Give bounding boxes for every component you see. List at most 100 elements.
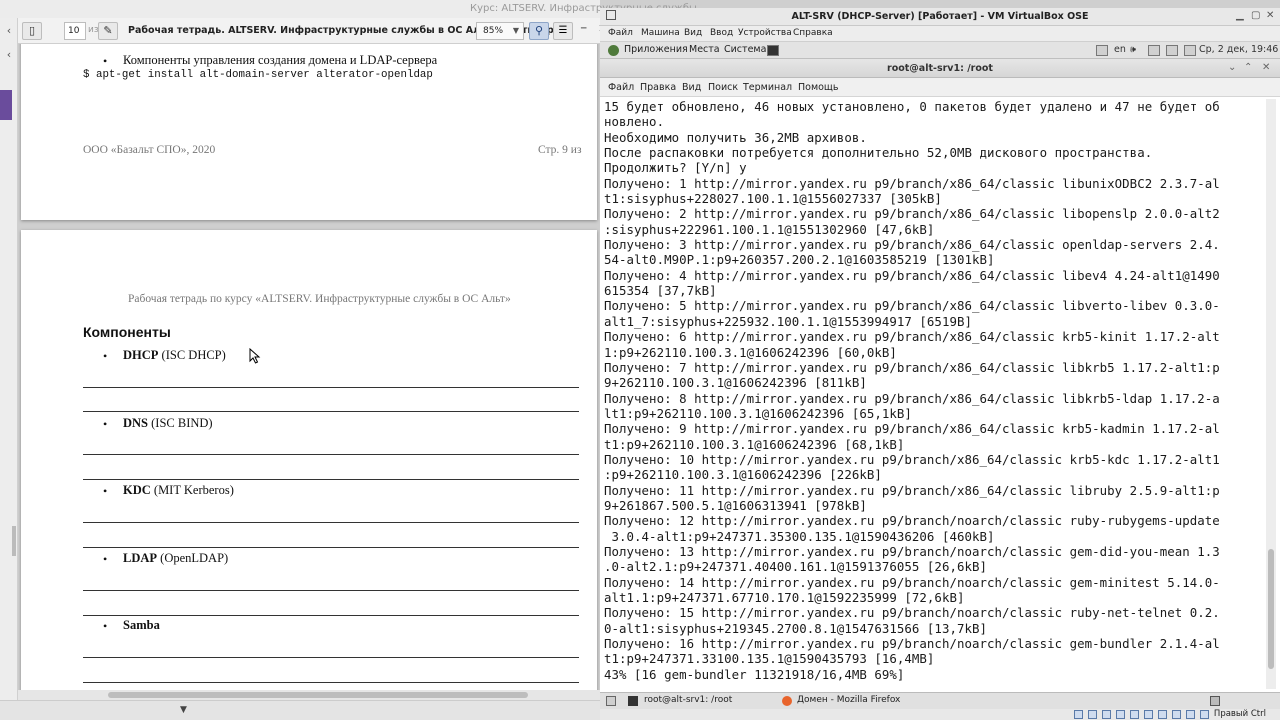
page-number-input[interactable]: 10 [64, 22, 86, 40]
back-arrow-icon-2[interactable]: ‹ [2, 48, 16, 64]
firefox-icon [782, 696, 792, 706]
task-firefox[interactable]: Домен - Mozilla Firefox [797, 695, 900, 705]
horizontal-scrollbar[interactable] [18, 690, 600, 700]
cpu-icon[interactable] [1186, 710, 1195, 719]
terminal-line: Получено: 14 http://mirror.yandex.ru p9/… [604, 574, 1220, 590]
optical-drive-icon[interactable] [1088, 710, 1097, 719]
component-item-samba: Samba [123, 618, 160, 633]
maximize-icon[interactable]: ▢ [1251, 10, 1260, 21]
clock[interactable]: Ср, 2 дек, 19:46 [1199, 44, 1278, 55]
guest-taskbar: root@alt-srv1: /root Домен - Mozilla Fir… [600, 692, 1280, 709]
bullet-dot: • [103, 417, 108, 431]
menu-view[interactable]: Вид [684, 28, 702, 38]
terminal-line: Получено: 13 http://mirror.yandex.ru p9/… [604, 543, 1220, 559]
pdf-toolbar: ▯ 10 из 19 ✎ Рабочая тетрадь. ALTSERV. И… [18, 18, 607, 44]
pdf-page-10: Рабочая тетрадь по курсу «ALTSERV. Инфра… [21, 230, 597, 690]
scrollbar-thumb[interactable] [1268, 549, 1274, 669]
pdf-page-9: • Компоненты управления создания домена … [21, 44, 597, 220]
show-desktop-icon[interactable] [606, 696, 616, 706]
virtualbox-status-bar: Правый Ctrl [600, 709, 1280, 720]
minimize-icon[interactable]: ▁ [1236, 10, 1244, 21]
terminal-line: Получено: 16 http://mirror.yandex.ru p9/… [604, 636, 1220, 652]
chevron-down-icon: ▼ [512, 26, 519, 35]
host-key-label: Правый Ctrl [1213, 709, 1266, 719]
menu-file[interactable]: Файл [608, 28, 633, 38]
virtualbox-title: ALT-SRV (DHCP-Server) [Работает] - VM Vi… [791, 11, 1089, 22]
clipboard-icon[interactable] [1148, 45, 1160, 56]
update-icon[interactable] [1184, 45, 1196, 56]
terminal-scrollbar[interactable] [1266, 99, 1276, 689]
menu-button[interactable]: ☰ [553, 22, 573, 40]
terminal-output[interactable]: 15 будет обновлено, 46 новых установлено… [604, 99, 1262, 689]
workspace-switcher-icon[interactable] [1210, 696, 1220, 706]
terminal-line: Получено: 5 http://mirror.yandex.ru p9/b… [604, 298, 1220, 314]
term-menu-search[interactable]: Поиск [708, 82, 738, 93]
shared-folders-icon[interactable] [1144, 710, 1153, 719]
component-item-dhcp: DHCP (ISC DHCP) [123, 348, 226, 363]
menu-system[interactable]: Система [724, 44, 766, 55]
terminal-launcher-icon[interactable] [767, 45, 779, 56]
terminal-line: Получено: 2 http://mirror.yandex.ru p9/b… [604, 206, 1220, 222]
usb-icon[interactable] [1130, 710, 1139, 719]
close-icon[interactable]: ✕ [1266, 10, 1274, 21]
answer-line [83, 615, 579, 616]
sidebar-toggle-icon[interactable]: ▯ [22, 22, 42, 40]
bullet-dot: • [103, 54, 108, 68]
network-icon[interactable] [1166, 45, 1178, 56]
term-menu-help[interactable]: Помощь [798, 82, 838, 93]
menu-places[interactable]: Места [689, 44, 720, 55]
terminal-line: Получено: 8 http://mirror.yandex.ru p9/b… [604, 390, 1220, 406]
menu-machine[interactable]: Машина [641, 28, 680, 38]
network-adapter-icon[interactable] [1116, 710, 1125, 719]
menu-input[interactable]: Ввод [710, 28, 733, 38]
harddisk-icon[interactable] [1074, 710, 1083, 719]
page-footer-left: ООО «Базальт СПО», 2020 [83, 144, 216, 156]
guest-desktop: Приложения Места Система en 🕪 Ср, 2 дек,… [600, 42, 1280, 720]
component-name: Samba [123, 618, 160, 632]
menu-devices[interactable]: Устройства [738, 28, 792, 38]
terminal-line: Получено: 3 http://mirror.yandex.ru p9/b… [604, 237, 1220, 253]
browser-bottom-bar: ▼ [0, 700, 600, 720]
terminal-line: Получено: 9 http://mirror.yandex.ru p9/b… [604, 421, 1220, 437]
term-menu-file[interactable]: Файл [608, 82, 634, 93]
terminal-line: 0-alt1:sisyphus+219345.2700.8.1@15476315… [604, 620, 987, 636]
chevron-down-icon[interactable]: ▼ [180, 705, 187, 715]
task-terminal[interactable]: root@alt-srv1: /root [644, 695, 732, 705]
display-icon[interactable] [1158, 710, 1167, 719]
volume-icon[interactable]: 🕪 [1130, 44, 1136, 55]
virtualbox-title-bar: ALT-SRV (DHCP-Server) [Работает] - VM Vi… [600, 8, 1280, 26]
terminal-line: Продолжить? [Y/n] y [604, 160, 747, 176]
bullet-dot: • [103, 484, 108, 498]
chevron-up-icon[interactable]: ⌃ [1244, 62, 1252, 73]
recording-icon[interactable] [1172, 710, 1181, 719]
back-arrow-icon[interactable]: ‹ [2, 24, 16, 40]
search-button[interactable]: ⚲ [529, 22, 549, 40]
distro-logo-icon[interactable] [608, 45, 619, 56]
menu-help[interactable]: Справка [793, 28, 833, 38]
terminal-line: lt1:p9+262110.100.3.1@1606242396 [65,1kB… [604, 405, 912, 421]
term-menu-edit[interactable]: Правка [640, 82, 676, 93]
pencil-icon[interactable]: ✎ [98, 22, 118, 40]
scrollbar-thumb[interactable] [108, 692, 528, 698]
hamburger-icon: ☰ [558, 25, 568, 36]
component-item-kdc: KDC (MIT Kerberos) [123, 483, 234, 498]
menu-applications[interactable]: Приложения [624, 44, 688, 55]
answer-line [83, 657, 579, 658]
terminal-line: t1:p9+262110.100.3.1@1606242396 [68,1kB] [604, 436, 905, 452]
mouse-integration-icon[interactable] [1200, 710, 1209, 719]
close-icon[interactable]: ✕ [1262, 62, 1270, 73]
keyboard-layout[interactable]: en [1114, 44, 1126, 55]
zoom-select[interactable]: 85% ▼ [476, 22, 524, 40]
notes-icon[interactable] [1096, 45, 1108, 56]
term-menu-terminal[interactable]: Терминал [743, 82, 792, 93]
terminal-line: Получено: 4 http://mirror.yandex.ru p9/b… [604, 267, 1220, 283]
chevron-down-icon[interactable]: ⌄ [1228, 62, 1236, 73]
answer-line [83, 479, 579, 480]
term-menu-view[interactable]: Вид [682, 82, 701, 93]
audio-icon[interactable] [1102, 710, 1111, 719]
terminal-line: Получено: 10 http://mirror.yandex.ru p9/… [604, 451, 1220, 467]
bullet-dot: • [103, 349, 108, 363]
pdf-document-area[interactable]: • Компоненты управления создания домена … [18, 44, 600, 690]
component-desc: (OpenLDAP) [157, 551, 229, 565]
minimize-icon[interactable]: ━ [581, 24, 586, 34]
